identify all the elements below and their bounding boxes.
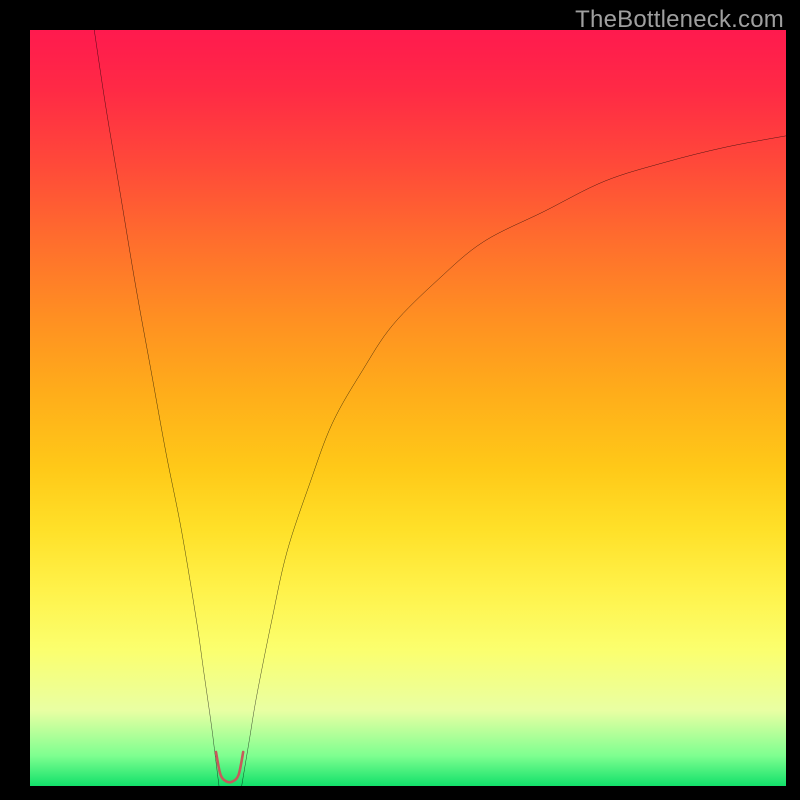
- plot-area: [30, 30, 786, 786]
- bottleneck-curve-right: [242, 136, 786, 786]
- bottleneck-curve-left: [94, 30, 219, 786]
- minimum-marker: [216, 752, 243, 782]
- chart-frame: TheBottleneck.com: [0, 0, 800, 800]
- curve-layer: [30, 30, 786, 786]
